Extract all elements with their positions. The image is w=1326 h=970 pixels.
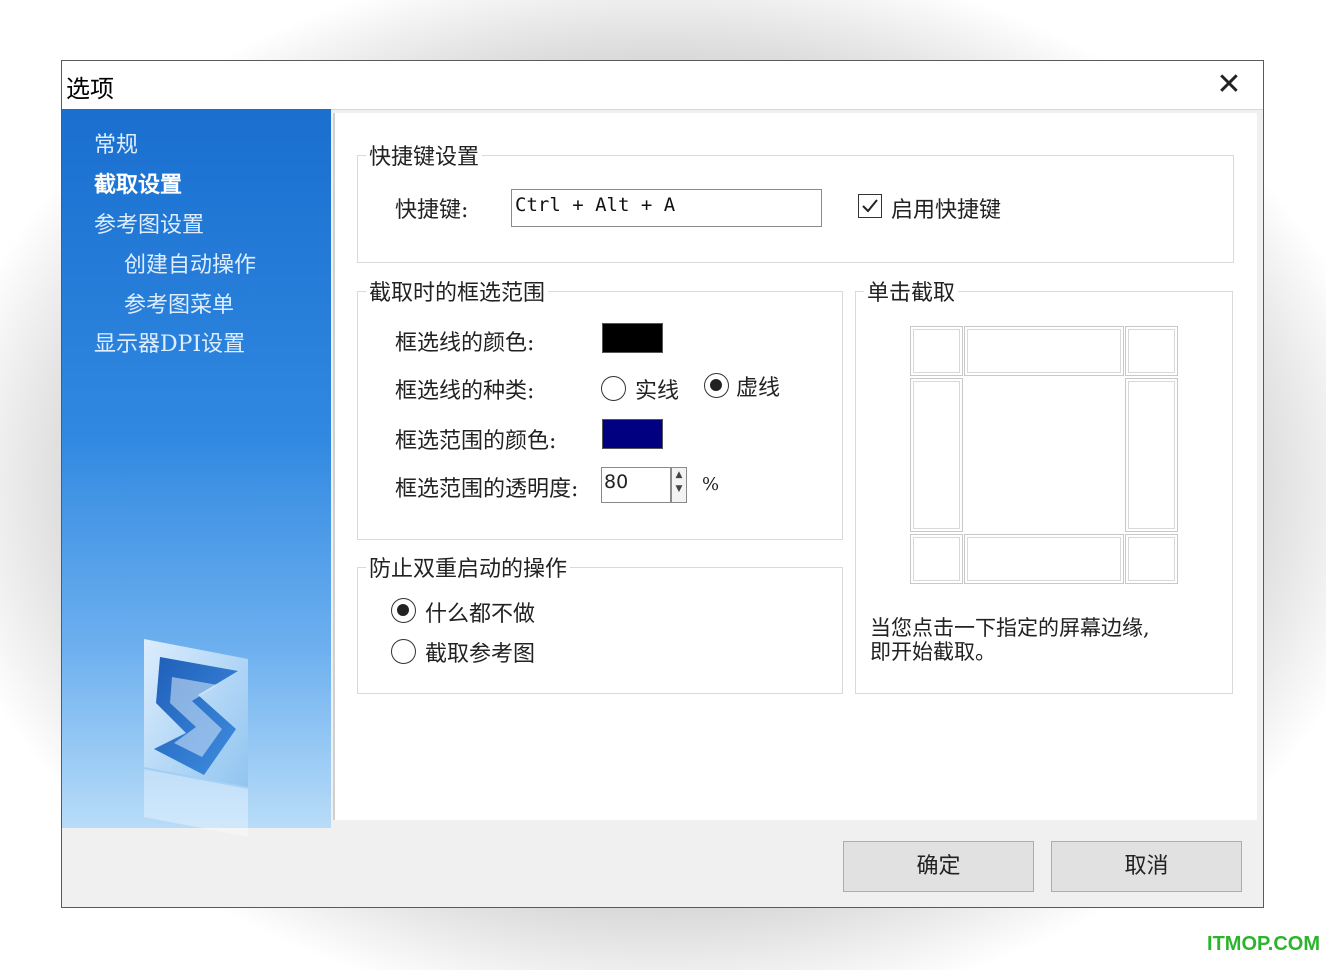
line-color-label: 框选线的颜色: bbox=[395, 331, 535, 356]
edge-top[interactable] bbox=[964, 326, 1124, 376]
checkmark-icon bbox=[862, 199, 878, 213]
cancel-button[interactable]: 取消 bbox=[1051, 841, 1242, 892]
dashed-line-radio[interactable] bbox=[704, 373, 729, 398]
edge-top-right[interactable] bbox=[1125, 326, 1178, 376]
edge-bottom-left[interactable] bbox=[910, 534, 963, 584]
edge-right[interactable] bbox=[1125, 378, 1178, 532]
options-dialog: 选项 ✕ 常规 截取设置 参考图设置 创建自动操作 参考图菜单 显示器DPI设置 bbox=[61, 60, 1264, 908]
solid-line-radio[interactable] bbox=[601, 376, 626, 401]
area-color-label: 框选范围的颜色: bbox=[395, 429, 557, 454]
window-title: 选项 bbox=[66, 75, 114, 103]
line-type-label: 框选线的种类: bbox=[395, 379, 535, 404]
close-icon[interactable]: ✕ bbox=[1209, 65, 1249, 105]
hotkey-input[interactable]: Ctrl + Alt + A bbox=[511, 189, 822, 227]
description-line-2: 即开始截取。 bbox=[870, 640, 996, 664]
click-capture-group: 单击截取 当您点击一下指定的屏幕边缘, 即开始截取。 bbox=[855, 275, 1233, 694]
description-line-1: 当您点击一下指定的屏幕边缘, bbox=[870, 616, 1150, 640]
area-color-swatch[interactable] bbox=[602, 419, 663, 449]
hotkey-group: 快捷键设置 快捷键: Ctrl + Alt + A 启用快捷键 bbox=[357, 139, 1234, 263]
sidebar-item-monitor-dpi[interactable]: 显示器DPI设置 bbox=[94, 326, 245, 358]
sidebar-item-reference-settings[interactable]: 参考图设置 bbox=[94, 207, 204, 239]
sidebar-item-create-auto-action[interactable]: 创建自动操作 bbox=[124, 247, 256, 279]
title-bar: 选项 ✕ bbox=[62, 61, 1263, 110]
app-logo-icon bbox=[144, 639, 248, 837]
line-color-swatch[interactable] bbox=[602, 323, 663, 353]
capture-reference-radio[interactable] bbox=[391, 639, 416, 664]
selection-range-group: 截取时的框选范围 框选线的颜色: 框选线的种类: 实线 虚线 框选范围的颜色: … bbox=[357, 275, 843, 540]
do-nothing-radio[interactable] bbox=[391, 598, 416, 623]
sidebar-item-capture-settings[interactable]: 截取设置 bbox=[94, 167, 182, 199]
double-launch-legend: 防止双重启动的操作 bbox=[366, 551, 571, 583]
capture-reference-label: 截取参考图 bbox=[425, 642, 536, 667]
dashed-line-label: 虚线 bbox=[736, 376, 781, 401]
settings-panel: 快捷键设置 快捷键: Ctrl + Alt + A 启用快捷键 截取时的框选范围… bbox=[333, 113, 1257, 820]
sidebar-item-reference-menu[interactable]: 参考图菜单 bbox=[124, 287, 234, 319]
enable-hotkey-label: 启用快捷键 bbox=[891, 198, 1002, 223]
spin-down-icon[interactable]: ▼ bbox=[672, 482, 686, 496]
do-nothing-label: 什么都不做 bbox=[425, 602, 536, 627]
hotkey-label: 快捷键: bbox=[395, 198, 469, 223]
edge-top-left[interactable] bbox=[910, 326, 963, 376]
opacity-label: 框选范围的透明度: bbox=[395, 477, 579, 502]
enable-hotkey-checkbox[interactable] bbox=[858, 194, 882, 218]
edge-bottom[interactable] bbox=[964, 534, 1124, 584]
ok-button[interactable]: 确定 bbox=[843, 841, 1034, 892]
hotkey-group-legend: 快捷键设置 bbox=[366, 139, 483, 171]
opacity-spinner[interactable]: ▲ ▼ bbox=[671, 467, 687, 503]
edge-bottom-right[interactable] bbox=[1125, 534, 1178, 584]
edge-left[interactable] bbox=[910, 378, 963, 532]
opacity-unit: % bbox=[702, 474, 720, 495]
opacity-input[interactable]: 80 bbox=[601, 467, 671, 503]
sidebar: 常规 截取设置 参考图设置 创建自动操作 参考图菜单 显示器DPI设置 bbox=[62, 109, 331, 837]
watermark-text: ITMOP.COM bbox=[1207, 933, 1320, 955]
click-capture-legend: 单击截取 bbox=[864, 275, 959, 307]
spin-up-icon[interactable]: ▲ bbox=[672, 468, 686, 482]
selection-range-legend: 截取时的框选范围 bbox=[366, 275, 549, 307]
sidebar-item-general[interactable]: 常规 bbox=[94, 127, 138, 159]
solid-line-label: 实线 bbox=[635, 379, 680, 404]
click-capture-description: 当您点击一下指定的屏幕边缘, 即开始截取。 bbox=[870, 616, 1150, 664]
double-launch-group: 防止双重启动的操作 什么都不做 截取参考图 bbox=[357, 551, 843, 694]
